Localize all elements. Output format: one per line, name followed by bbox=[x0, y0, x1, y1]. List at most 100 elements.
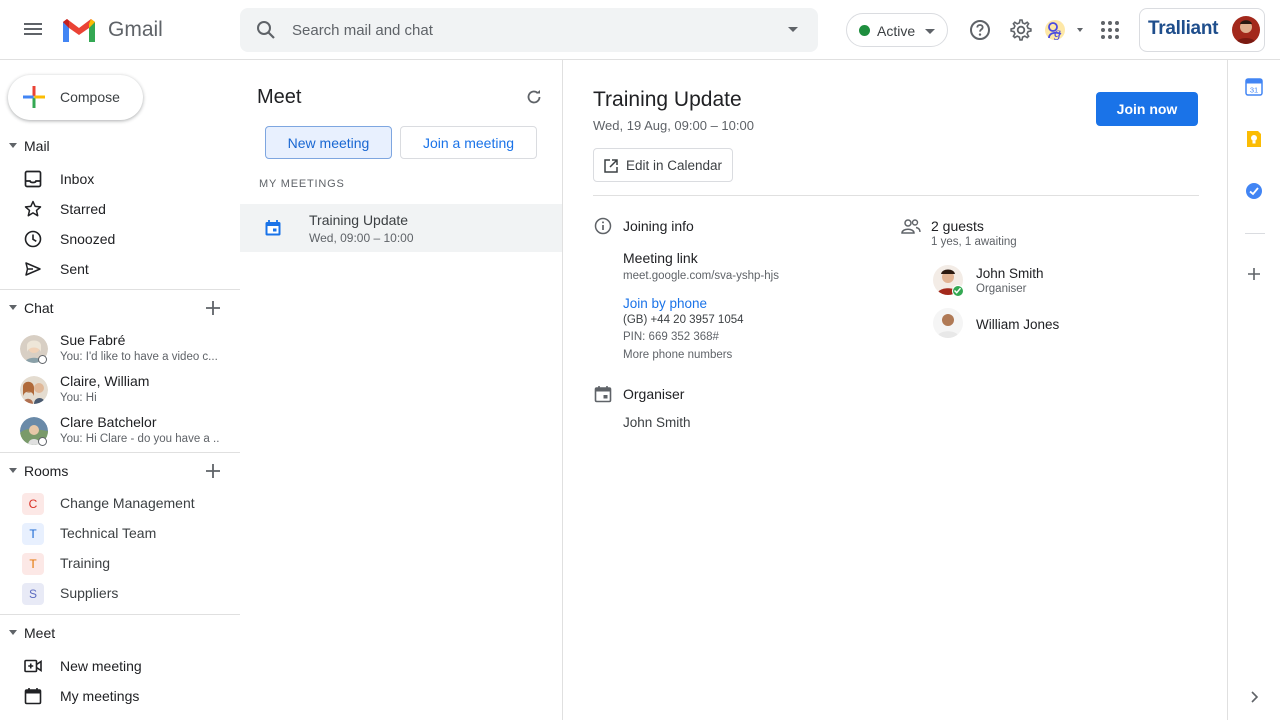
nav-item-label: Starred bbox=[60, 201, 106, 217]
room-item-technical-team[interactable]: T Technical Team bbox=[0, 519, 240, 549]
account-brand-logo: Tralliant bbox=[1148, 18, 1219, 39]
search-icon[interactable] bbox=[256, 20, 276, 40]
google-calendar-icon[interactable]: 31 bbox=[1245, 78, 1263, 96]
clock-icon bbox=[24, 230, 42, 248]
rooms-section-toggle[interactable]: Rooms bbox=[0, 459, 240, 483]
room-letter-icon: S bbox=[22, 583, 44, 605]
meeting-link-url[interactable]: meet.google.com/sva-yshp-hjs bbox=[623, 270, 779, 282]
room-label: Training bbox=[60, 555, 111, 571]
room-item-training[interactable]: T Training bbox=[0, 549, 240, 579]
meeting-detail: Training Update Wed, 19 Aug, 09:00 – 10:… bbox=[563, 60, 1227, 720]
nav-item-label: New meeting bbox=[60, 658, 142, 674]
meeting-link-heading: Meeting link bbox=[623, 250, 698, 266]
edit-in-calendar-button[interactable]: Edit in Calendar bbox=[593, 148, 733, 182]
join-by-phone-link[interactable]: Join by phone bbox=[623, 296, 707, 311]
refresh-icon[interactable] bbox=[525, 88, 543, 106]
chat-name: Claire, William bbox=[60, 373, 150, 389]
search-input[interactable] bbox=[292, 18, 752, 42]
nav-item-sent[interactable]: Sent bbox=[0, 254, 240, 284]
meet-section-toggle[interactable]: Meet bbox=[0, 621, 240, 645]
guest-name: William Jones bbox=[976, 317, 1060, 332]
dial-in-pin: PIN: 669 352 368# bbox=[623, 331, 719, 343]
nav-item-starred[interactable]: Starred bbox=[0, 194, 240, 224]
room-item-suppliers[interactable]: S Suppliers bbox=[0, 579, 240, 609]
expand-panel-chevron-icon[interactable] bbox=[1245, 688, 1263, 706]
organiser-name: John Smith bbox=[623, 415, 691, 430]
nav-item-my-meetings[interactable]: My meetings bbox=[0, 681, 240, 711]
chat-item[interactable]: Sue Fabré You: I'd like to have a video … bbox=[0, 330, 240, 370]
add-chat-plus-icon[interactable] bbox=[204, 299, 222, 317]
meet-panel: Meet New meeting Join a meeting MY MEETI… bbox=[240, 60, 563, 720]
accepted-check-icon bbox=[952, 285, 964, 297]
top-bar: Gmail Active g Tralliant bbox=[0, 0, 1280, 60]
status-selector[interactable]: Active bbox=[846, 13, 948, 47]
add-room-plus-icon[interactable] bbox=[204, 462, 222, 480]
mail-section-toggle[interactable]: Mail bbox=[0, 134, 240, 158]
new-meeting-button[interactable]: New meeting bbox=[265, 126, 392, 159]
chat-snippet: You: Hi Clare - do you have a ... bbox=[60, 433, 220, 445]
room-item-change-management[interactable]: C Change Management bbox=[0, 489, 240, 519]
people-icon bbox=[901, 219, 921, 234]
dial-in-number: (GB) +44 20 3957 1054 bbox=[623, 314, 744, 326]
chat-name: Clare Batchelor bbox=[60, 414, 157, 430]
gmail-logo-icon[interactable] bbox=[60, 16, 98, 44]
guests-count: 2 guests bbox=[931, 218, 984, 234]
compose-button[interactable]: Compose bbox=[8, 75, 143, 120]
section-divider bbox=[0, 452, 240, 453]
more-phone-numbers-link[interactable]: More phone numbers bbox=[623, 349, 732, 361]
collapse-arrow-icon bbox=[9, 630, 17, 635]
join-meeting-button[interactable]: Join a meeting bbox=[400, 126, 537, 159]
google-tasks-icon[interactable] bbox=[1245, 182, 1263, 200]
status-label: Active bbox=[877, 23, 916, 39]
chevron-down-icon bbox=[925, 29, 935, 34]
chat-snippet: You: Hi bbox=[60, 392, 97, 404]
open-external-icon bbox=[604, 159, 618, 173]
chat-item[interactable]: Claire, William You: Hi bbox=[0, 371, 240, 411]
meeting-detail-title: Training Update bbox=[593, 88, 742, 111]
google-keep-icon[interactable] bbox=[1245, 130, 1263, 148]
my-meetings-heading: MY MEETINGS bbox=[259, 178, 345, 190]
collapse-arrow-icon bbox=[9, 143, 17, 148]
nav-item-label: Sent bbox=[60, 261, 89, 277]
side-apps-panel: 31 bbox=[1227, 60, 1280, 720]
meeting-list-item[interactable]: Training Update Wed, 09:00 – 10:00 bbox=[240, 204, 562, 252]
room-label: Change Management bbox=[60, 495, 195, 511]
nav-item-label: Snoozed bbox=[60, 231, 116, 247]
g-suite-addon-icon[interactable]: g bbox=[1043, 18, 1087, 42]
account-switcher[interactable]: Tralliant bbox=[1139, 8, 1265, 52]
nav-item-new-meeting[interactable]: New meeting bbox=[0, 651, 240, 681]
compose-plus-icon bbox=[23, 86, 45, 108]
star-icon bbox=[24, 200, 42, 217]
edit-in-calendar-label: Edit in Calendar bbox=[626, 158, 723, 173]
svg-text:31: 31 bbox=[1250, 86, 1258, 95]
rooms-section-label: Rooms bbox=[24, 463, 69, 479]
side-panel-divider bbox=[1245, 233, 1265, 234]
collapse-arrow-icon bbox=[9, 468, 17, 473]
apps-grid-icon[interactable] bbox=[1098, 18, 1122, 42]
chat-item[interactable]: Clare Batchelor You: Hi Clare - do you h… bbox=[0, 412, 240, 452]
join-now-button[interactable]: Join now bbox=[1096, 92, 1198, 126]
guest-name: John Smith bbox=[976, 266, 1044, 281]
room-label: Suppliers bbox=[60, 585, 119, 601]
search-options-caret-icon[interactable] bbox=[788, 27, 798, 32]
nav-item-snoozed[interactable]: Snoozed bbox=[0, 224, 240, 254]
calendar-icon bbox=[594, 386, 612, 403]
main-menu-icon[interactable] bbox=[22, 20, 44, 40]
chat-section-toggle[interactable]: Chat bbox=[0, 296, 240, 320]
account-avatar[interactable] bbox=[1232, 16, 1260, 44]
info-icon bbox=[594, 217, 612, 235]
left-navigation: Compose Mail Inbox Starred Snoozed Sent … bbox=[0, 60, 240, 720]
room-letter-icon: C bbox=[22, 493, 44, 515]
help-icon[interactable] bbox=[968, 18, 992, 42]
add-app-plus-icon[interactable] bbox=[1245, 265, 1263, 283]
room-label: Technical Team bbox=[60, 525, 157, 541]
nav-item-label: Inbox bbox=[60, 171, 95, 187]
meeting-title: Training Update bbox=[309, 212, 409, 228]
guests-rsvp-status: 1 yes, 1 awaiting bbox=[931, 236, 1017, 248]
room-letter-icon: T bbox=[22, 523, 44, 545]
search-bar[interactable] bbox=[240, 8, 818, 52]
nav-item-inbox[interactable]: Inbox bbox=[0, 164, 240, 194]
nav-item-label: My meetings bbox=[60, 688, 140, 704]
settings-gear-icon[interactable] bbox=[1009, 18, 1033, 42]
calendar-event-icon bbox=[265, 220, 281, 236]
